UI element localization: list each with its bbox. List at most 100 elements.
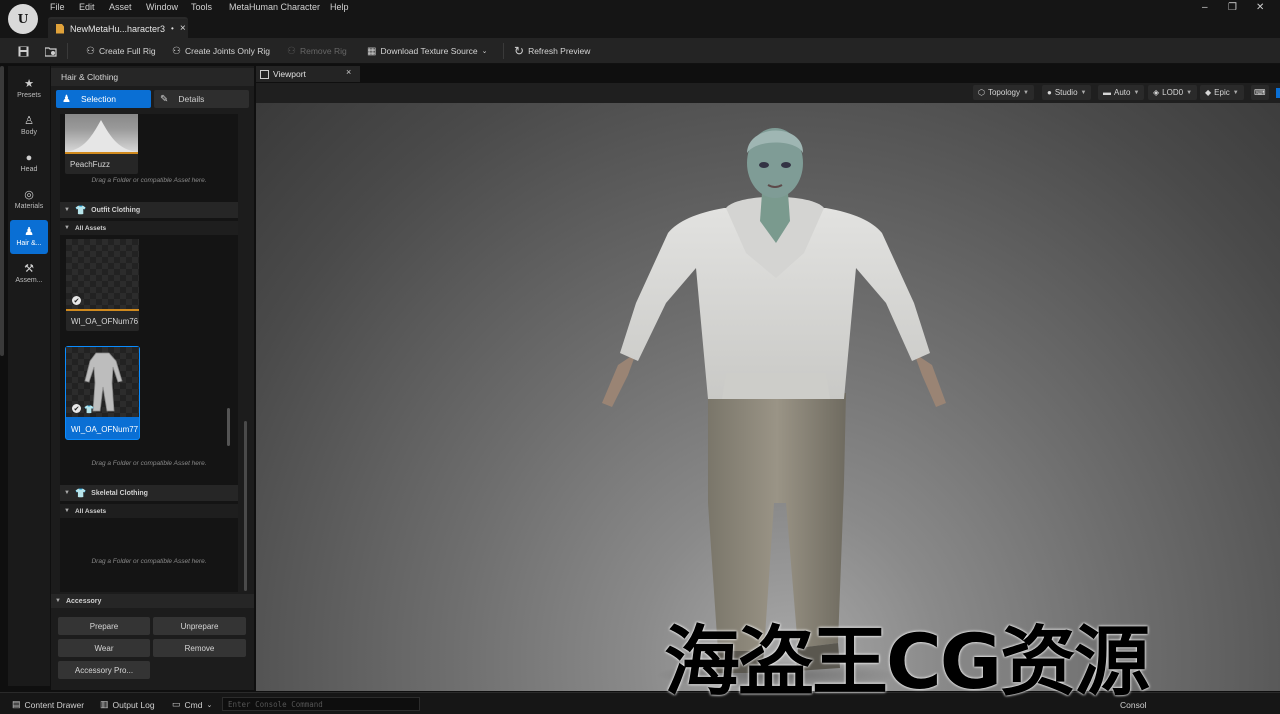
collapse-caret-icon: ▼ xyxy=(64,225,70,231)
light-bulb-icon: ● xyxy=(1047,88,1052,97)
close-window-button[interactable]: ✕ xyxy=(1256,2,1264,13)
menu-edit[interactable]: Edit xyxy=(79,2,95,12)
terminal-icon: ▭ xyxy=(172,699,181,709)
tab-viewport[interactable]: Viewport xyxy=(256,66,360,82)
asset-card-ofnum77[interactable]: ✔ 👕 WI_OA_OFNum77 xyxy=(65,346,140,440)
all-assets-label: All Assets xyxy=(74,224,107,232)
toolbar-separator xyxy=(67,43,68,59)
quality-dropdown[interactable]: ◆ Epic ▼ xyxy=(1200,85,1244,100)
drop-hint: Drag a Folder or compatible Asset here. xyxy=(91,177,207,184)
unprepare-button[interactable]: Unprepare xyxy=(153,617,246,635)
hair-clothing-icon: ♟ xyxy=(24,226,34,238)
lod-dropdown[interactable]: ◈ LOD0 ▼ xyxy=(1148,85,1198,100)
viewport-scene[interactable] xyxy=(256,103,1280,691)
sidebar-item-presets[interactable]: ★ Presets xyxy=(10,72,48,106)
download-texture-source-button[interactable]: ▦ Download Texture Source ⌄ xyxy=(367,42,488,60)
unreal-logo-icon[interactable]: U xyxy=(8,4,38,34)
inner-scrollbar-thumb[interactable] xyxy=(227,408,230,446)
maximize-button[interactable]: ❐ xyxy=(1228,2,1237,13)
unsaved-indicator: • xyxy=(171,24,174,33)
metahuman-character-preview xyxy=(602,128,946,689)
shirt-icon: 👕 xyxy=(84,405,94,414)
save-icon[interactable] xyxy=(14,42,32,60)
asset-thumbnail xyxy=(65,114,138,152)
browse-to-asset-icon[interactable] xyxy=(42,42,60,60)
viewport-grid-icon xyxy=(260,69,269,79)
tab-details[interactable]: ✎ Details xyxy=(154,90,249,108)
asset-card-peachfuzz[interactable]: PeachFuzz xyxy=(65,114,138,174)
console-command-input[interactable]: Enter Console Command xyxy=(222,697,420,711)
drop-hint: Drag a Folder or compatible Asset here. xyxy=(91,460,207,467)
outfit-clothing-header[interactable]: ▼ 👕 Outfit Clothing xyxy=(60,202,238,218)
asset-name: WI_OA_OFNum77 xyxy=(66,417,139,439)
lod-label: LOD0 xyxy=(1162,88,1184,97)
asset-thumbnail: ✔ 👕 xyxy=(66,347,139,417)
refresh-preview-button[interactable]: ↻ Refresh Preview xyxy=(514,42,590,60)
all-assets-label: All Assets xyxy=(74,507,107,515)
menu-help[interactable]: Help xyxy=(330,2,349,12)
asset-document-icon xyxy=(56,23,64,34)
sidebar-item-materials[interactable]: ◎ Materials xyxy=(10,183,48,217)
star-icon: ★ xyxy=(24,78,34,90)
topology-icon: ⬡ xyxy=(978,88,985,97)
panel-title: Hair & Clothing xyxy=(51,68,254,86)
check-icon: ✔ xyxy=(72,404,81,413)
menu-window[interactable]: Window xyxy=(146,2,178,12)
document-tab-close-icon[interactable]: × xyxy=(180,23,186,34)
sidebar-item-assembly[interactable]: ⚒ Assem... xyxy=(10,257,48,291)
create-full-rig-button[interactable]: ⚇ Create Full Rig xyxy=(86,42,156,60)
content-drawer-label: Content Drawer xyxy=(24,699,85,710)
lighting-studio-dropdown[interactable]: ● Studio ▼ xyxy=(1042,85,1092,100)
outfit-all-assets-header[interactable]: ▼ All Assets xyxy=(60,221,238,235)
cmd-dropdown[interactable]: ▭ Cmd ⌄ xyxy=(172,698,212,711)
auto-label: Auto xyxy=(1114,88,1131,97)
prepare-button[interactable]: Prepare xyxy=(58,617,150,635)
tab-selection[interactable]: ♟ Selection xyxy=(56,90,151,108)
topology-dropdown[interactable]: ⬡ Topology ▼ xyxy=(973,85,1034,100)
camera-auto-dropdown[interactable]: ▬ Auto ▼ xyxy=(1098,85,1145,100)
remove-rig-icon: ⚇ xyxy=(287,45,296,57)
remove-button[interactable]: Remove xyxy=(153,639,246,657)
wear-button[interactable]: Wear xyxy=(58,639,150,657)
menu-tools[interactable]: Tools xyxy=(191,2,212,12)
collapse-caret-icon: ▼ xyxy=(64,207,70,213)
sidebar-item-label: Body xyxy=(21,129,37,136)
sidebar-item-body[interactable]: ♙ Body xyxy=(10,109,48,143)
rig-icon: ⚇ xyxy=(86,45,95,57)
refresh-preview-label: Refresh Preview xyxy=(528,46,591,56)
viewport-tab-close-icon[interactable]: × xyxy=(346,67,351,77)
cmd-label: Cmd xyxy=(184,699,203,710)
refresh-icon: ↻ xyxy=(514,44,525,58)
create-joints-only-rig-label: Create Joints Only Rig xyxy=(184,46,271,56)
create-joints-only-rig-button[interactable]: ⚇ Create Joints Only Rig xyxy=(172,42,270,60)
minimize-button[interactable]: – xyxy=(1202,2,1208,13)
person-icon: ♟ xyxy=(62,93,71,105)
sidebar-item-head[interactable]: ● Head xyxy=(10,146,48,180)
asset-scroll-area[interactable]: PeachFuzz Drag a Folder or compatible As… xyxy=(60,114,238,592)
menu-asset[interactable]: Asset xyxy=(109,2,132,12)
accessory-header[interactable]: ▼ Accessory xyxy=(51,594,254,608)
skeletal-clothing-icon: 👕 xyxy=(74,487,87,498)
output-log-label: Output Log xyxy=(112,699,155,710)
viewport-options-button[interactable]: ⌨ xyxy=(1251,85,1269,100)
remove-rig-button[interactable]: ⚇ Remove Rig xyxy=(287,42,347,60)
viewport[interactable]: ⬡ Topology ▼ ● Studio ▼ ▬ Auto ▼ ◈ LOD0 … xyxy=(256,83,1280,691)
skeletal-clothing-header[interactable]: ▼ 👕 Skeletal Clothing xyxy=(60,485,238,501)
panel-scrollbar-thumb[interactable] xyxy=(244,421,247,591)
drop-hint: Drag a Folder or compatible Asset here. xyxy=(91,558,207,565)
chevron-down-icon: ▼ xyxy=(1232,89,1239,96)
outfit-clothing-icon: 👕 xyxy=(74,204,87,215)
chevron-down-icon: ▼ xyxy=(1133,89,1140,96)
viewport-side-handle[interactable] xyxy=(1276,88,1280,98)
menu-file[interactable]: File xyxy=(50,2,65,12)
document-tab[interactable]: NewMetaHu...haracter3 • × xyxy=(48,17,188,38)
output-log-button[interactable]: ▥ Output Log xyxy=(100,698,155,711)
skeletal-all-assets-header[interactable]: ▼ All Assets xyxy=(60,504,238,518)
asset-card-ofnum76[interactable]: ✔ WI_OA_OFNum76 xyxy=(66,239,139,331)
checker-texture-icon: ▦ xyxy=(367,45,377,57)
content-drawer-button[interactable]: ▤ Content Drawer xyxy=(12,698,84,711)
sidebar-item-hair-clothing[interactable]: ♟ Hair &... xyxy=(10,220,48,254)
menu-metahuman-character[interactable]: MetaHuman Character xyxy=(229,2,320,12)
check-icon: ✔ xyxy=(72,296,81,305)
accessory-properties-button[interactable]: Accessory Pro... xyxy=(58,661,150,679)
